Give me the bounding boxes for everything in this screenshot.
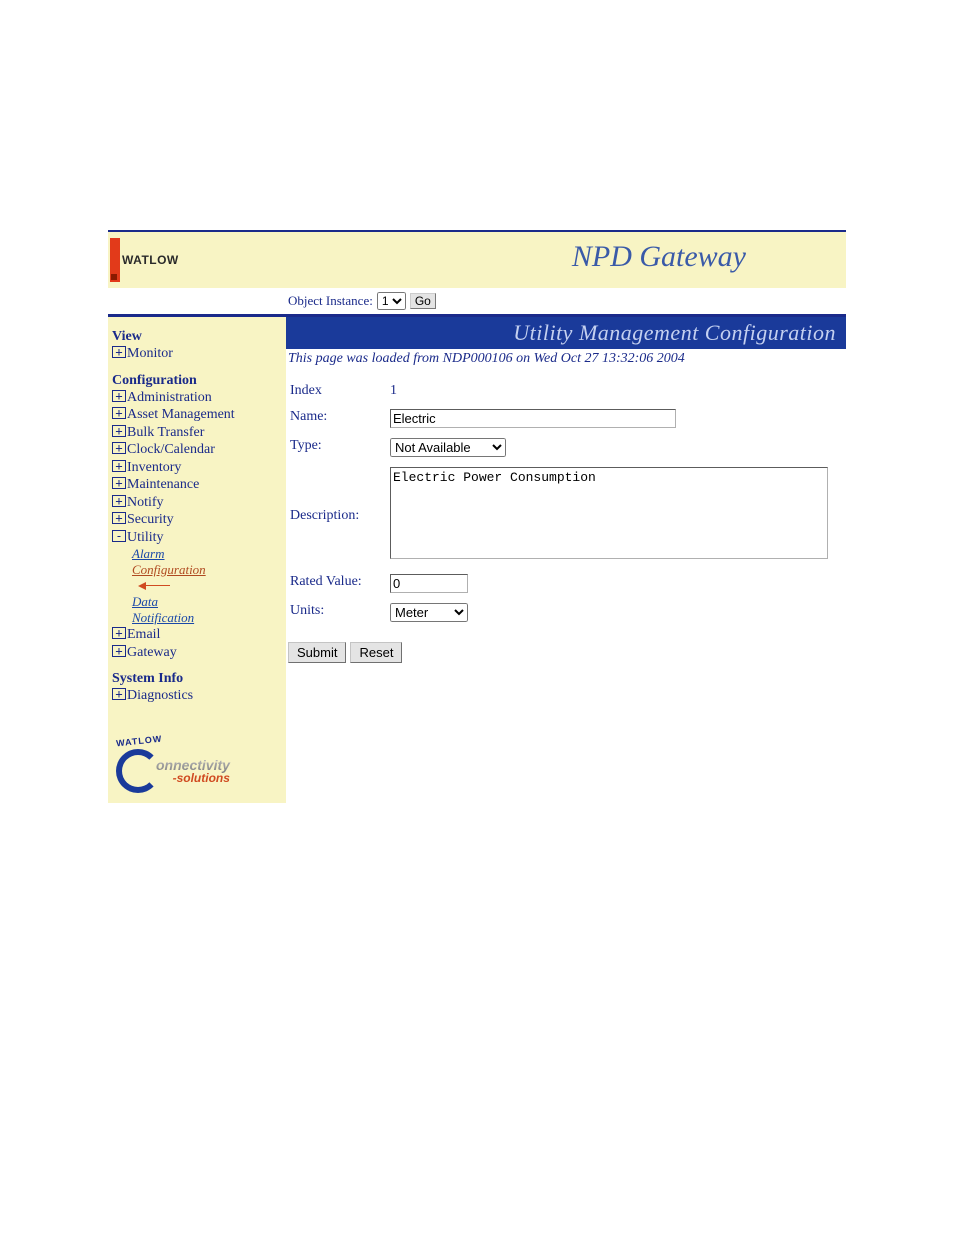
nav-diagnostics[interactable]: +Diagnostics (112, 687, 282, 705)
units-select[interactable]: Meter (390, 603, 468, 622)
name-input[interactable] (390, 409, 676, 428)
type-label: Type: (290, 434, 388, 461)
rated-input[interactable] (390, 574, 468, 593)
conn-word2: -solutions (154, 772, 232, 784)
expand-icon: + (112, 495, 126, 507)
loaded-line: This page was loaded from NDP000106 on W… (286, 349, 846, 377)
name-label: Name: (290, 405, 388, 432)
description-textarea[interactable] (390, 467, 828, 559)
sub-data[interactable]: Data (132, 594, 282, 610)
utility-subitems: Alarm Configuration Data Notification (112, 546, 282, 626)
expand-icon: + (112, 645, 126, 657)
sub-notification[interactable]: Notification (132, 610, 282, 626)
nav-administration[interactable]: +Administration (112, 389, 282, 407)
nav-notify[interactable]: +Notify (112, 494, 282, 512)
section-view: View (112, 329, 282, 345)
pointer-arrow-icon (138, 578, 170, 594)
nav-inventory[interactable]: +Inventory (112, 459, 282, 477)
page: WATLOW NPD Gateway Object Instance: 1 Go… (0, 0, 954, 803)
instance-select[interactable]: 1 (377, 292, 406, 310)
sub-alarm[interactable]: Alarm (132, 546, 282, 562)
expand-icon: + (112, 346, 126, 358)
nav-maintenance[interactable]: +Maintenance (112, 476, 282, 494)
logo-bar-icon (110, 238, 120, 282)
units-label: Units: (290, 599, 388, 626)
expand-icon: + (112, 425, 126, 437)
body: View +Monitor Configuration +Administrat… (108, 317, 846, 803)
type-select[interactable]: Not Available (390, 438, 506, 457)
main-area: Utility Management Configuration This pa… (286, 317, 846, 803)
go-button[interactable]: Go (410, 293, 436, 309)
expand-icon: + (112, 407, 126, 419)
nav-utility[interactable]: -Utility (112, 529, 282, 547)
logo-text: WATLOW (122, 253, 179, 267)
app-frame: WATLOW NPD Gateway Object Instance: 1 Go… (108, 230, 846, 803)
nav-bulk-transfer[interactable]: +Bulk Transfer (112, 424, 282, 442)
logo: WATLOW (108, 238, 179, 282)
c-ring-icon (116, 749, 160, 793)
config-form: Index 1 Name: Type: Not Available (288, 377, 836, 628)
button-row (288, 642, 846, 663)
app-title: NPD Gateway (572, 240, 746, 274)
reset-button[interactable] (350, 642, 402, 663)
section-configuration: Configuration (112, 373, 282, 389)
expand-icon: + (112, 390, 126, 402)
expand-icon: + (112, 460, 126, 472)
sidebar: View +Monitor Configuration +Administrat… (108, 317, 286, 803)
section-system-info: System Info (112, 671, 282, 687)
collapse-icon: - (112, 530, 126, 542)
index-value: 1 (390, 379, 834, 403)
expand-icon: + (112, 627, 126, 639)
nav-monitor[interactable]: +Monitor (112, 345, 282, 363)
submit-button[interactable] (288, 642, 346, 663)
connectivity-logo: WATLOW onnectivity -solutions (112, 733, 282, 793)
expand-icon: + (112, 442, 126, 454)
instance-label: Object Instance: (288, 293, 373, 309)
header: WATLOW NPD Gateway (108, 232, 846, 288)
nav-asset-management[interactable]: +Asset Management (112, 406, 282, 424)
sub-configuration[interactable]: Configuration (132, 562, 282, 578)
nav-gateway[interactable]: +Gateway (112, 644, 282, 662)
instance-bar: Object Instance: 1 Go (108, 288, 846, 314)
nav-security[interactable]: +Security (112, 511, 282, 529)
index-label: Index (290, 379, 388, 403)
expand-icon: + (112, 477, 126, 489)
expand-icon: + (112, 688, 126, 700)
rated-label: Rated Value: (290, 570, 388, 597)
nav-email[interactable]: +Email (112, 626, 282, 644)
conn-arc: WATLOW (116, 733, 163, 748)
description-label: Description: (290, 463, 388, 568)
page-title: Utility Management Configuration (286, 317, 846, 349)
nav-clock-calendar[interactable]: +Clock/Calendar (112, 441, 282, 459)
expand-icon: + (112, 512, 126, 524)
